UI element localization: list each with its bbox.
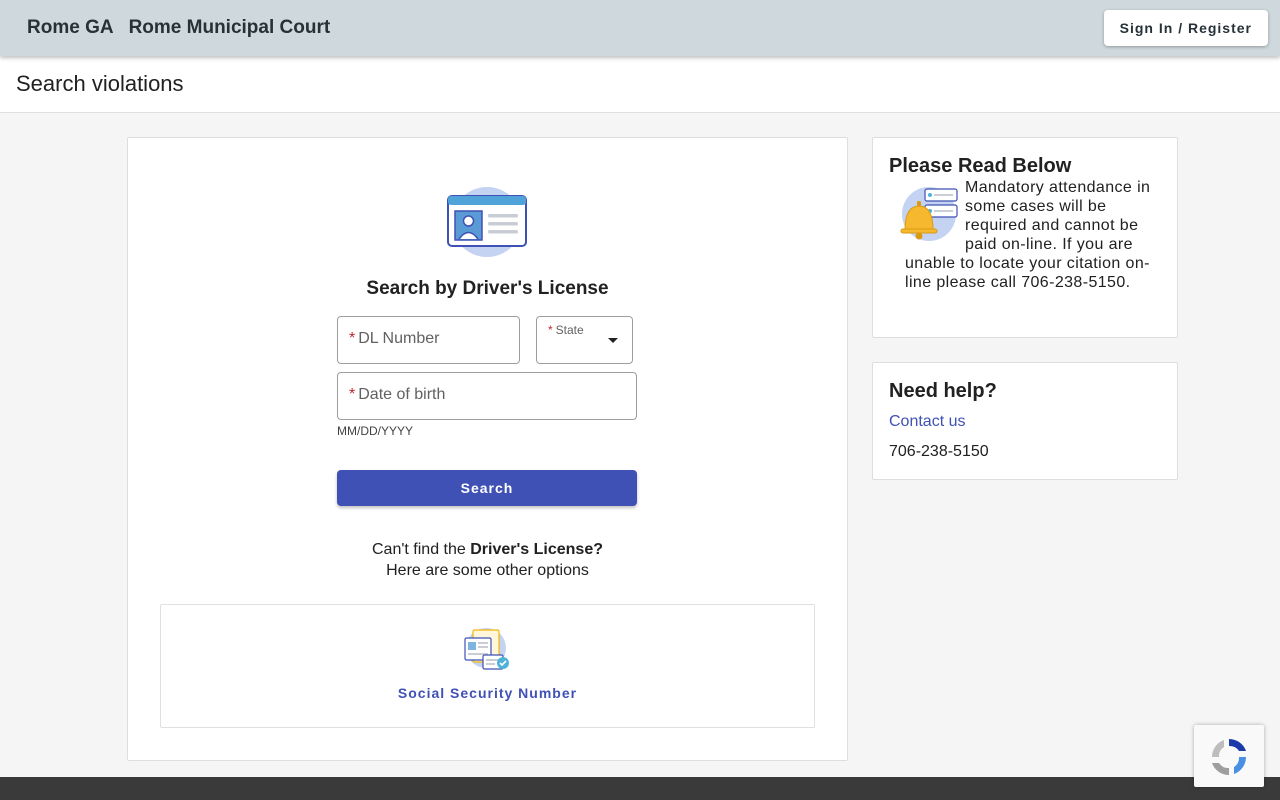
alternatives-line-1: Can't find the Driver's License? xyxy=(128,539,847,560)
notice-body-container: Mandatory attendance in some cases will … xyxy=(900,178,1163,292)
recaptcha-icon xyxy=(1212,739,1246,775)
ssn-option-label[interactable]: Social Security Number xyxy=(161,685,814,701)
state-label-text: State xyxy=(555,323,584,337)
date-of-birth-input[interactable] xyxy=(338,373,636,419)
page-header: Search violations xyxy=(0,56,1280,113)
search-card: Search by Driver's License * DL Number * S… xyxy=(127,137,848,761)
help-title: Need help? xyxy=(889,380,997,402)
alternatives-prompt: Can't find the Driver's License? Here ar… xyxy=(128,539,847,581)
dl-number-input[interactable] xyxy=(338,317,519,363)
date-of-birth-field[interactable]: * Date of birth xyxy=(337,372,637,420)
alternatives-bold: Driver's License? xyxy=(470,541,603,558)
contact-us-link[interactable]: Contact us xyxy=(889,413,965,431)
brand-name[interactable]: Rome GA xyxy=(27,17,114,39)
notice-title: Please Read Below xyxy=(889,155,1072,177)
alternatives-prefix: Can't find the xyxy=(372,541,471,558)
sign-in-register-button[interactable]: Sign In / Register xyxy=(1103,10,1268,46)
ssn-document-icon xyxy=(464,628,509,670)
dl-number-field[interactable]: * DL Number xyxy=(337,316,520,364)
top-bar: Rome GA Rome Municipal Court Sign In / R… xyxy=(0,0,1280,56)
caret-down-icon xyxy=(608,338,618,343)
help-card: Need help? Contact us 706-238-5150 xyxy=(872,362,1178,480)
state-label: * State xyxy=(548,323,584,337)
search-button[interactable]: Search xyxy=(337,470,637,506)
state-select[interactable]: * State xyxy=(536,316,633,364)
court-name: Rome Municipal Court xyxy=(128,17,331,38)
help-phone: 706-238-5150 xyxy=(889,443,989,460)
ssn-option-card[interactable]: Social Security Number xyxy=(160,604,815,728)
search-heading: Search by Driver's License xyxy=(366,278,609,299)
notice-card: Please Read Below Mandatory attendance i… xyxy=(872,137,1178,338)
drivers-license-icon xyxy=(447,187,527,257)
alternatives-line-2: Here are some other options xyxy=(386,562,589,579)
footer xyxy=(0,777,1280,800)
required-mark: * xyxy=(548,323,553,337)
recaptcha-badge[interactable] xyxy=(1194,725,1264,787)
date-format-hint: MM/DD/YYYY xyxy=(337,424,414,438)
page-title: Search violations xyxy=(16,71,184,96)
bell-notification-icon xyxy=(900,187,958,241)
